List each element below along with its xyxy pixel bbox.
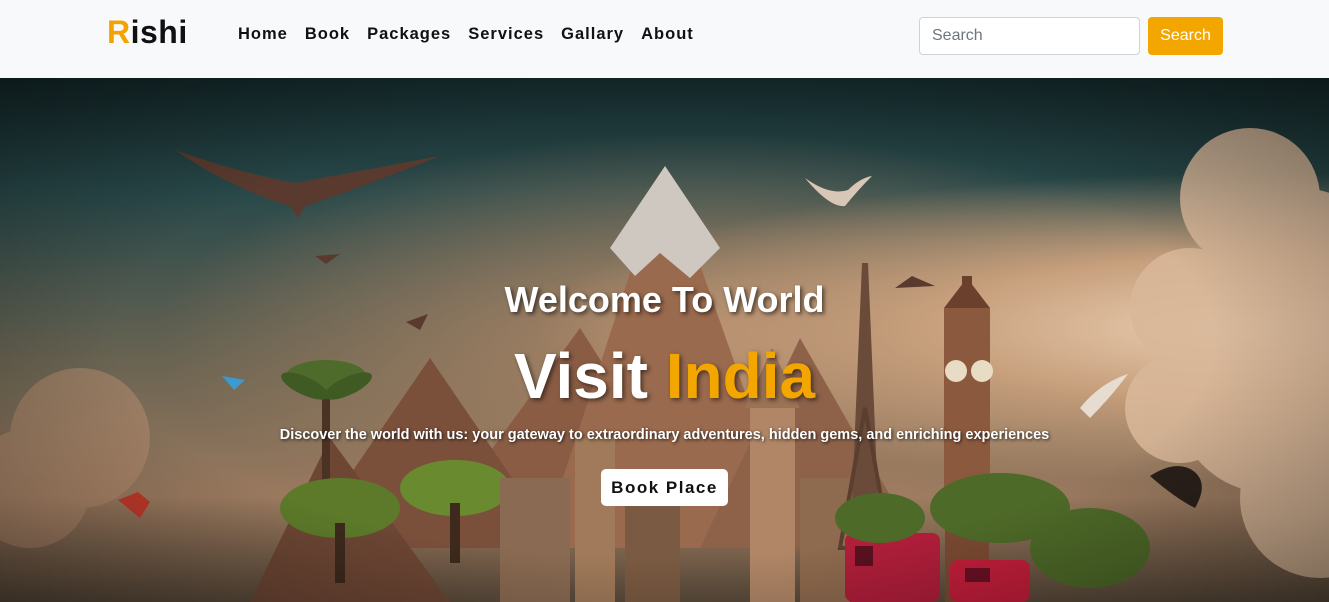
brand-first-letter: R [107, 14, 131, 50]
nav-link-gallary[interactable]: Gallary [561, 25, 624, 44]
hero-title-prefix: Visit [513, 340, 648, 412]
nav-link-about[interactable]: About [641, 25, 694, 44]
navbar: Rishi Home Book Packages Services Gallar… [0, 0, 1329, 78]
hero-tagline: Discover the world with us: your gateway… [279, 427, 1050, 443]
search-input[interactable] [919, 17, 1140, 55]
hero-content: Welcome To World Visit India Discover th… [0, 78, 1329, 602]
hero-title-accent: India [665, 340, 816, 412]
brand-rest: ishi [130, 14, 188, 50]
hero-welcome-heading: Welcome To World [504, 279, 825, 320]
nav-link-book[interactable]: Book [305, 25, 350, 44]
nav-link-services[interactable]: Services [468, 25, 544, 44]
nav-link-packages[interactable]: Packages [367, 25, 451, 44]
search-button[interactable]: Search [1148, 17, 1223, 55]
hero-title: Visit India [0, 336, 1329, 416]
hero-section: Welcome To World Visit India Discover th… [0, 78, 1329, 602]
nav-link-home[interactable]: Home [238, 25, 288, 44]
brand-logo[interactable]: Rishi [107, 14, 188, 51]
nav-links: Home Book Packages Services Gallary Abou… [238, 25, 694, 44]
book-place-button[interactable]: Book Place [601, 469, 728, 506]
